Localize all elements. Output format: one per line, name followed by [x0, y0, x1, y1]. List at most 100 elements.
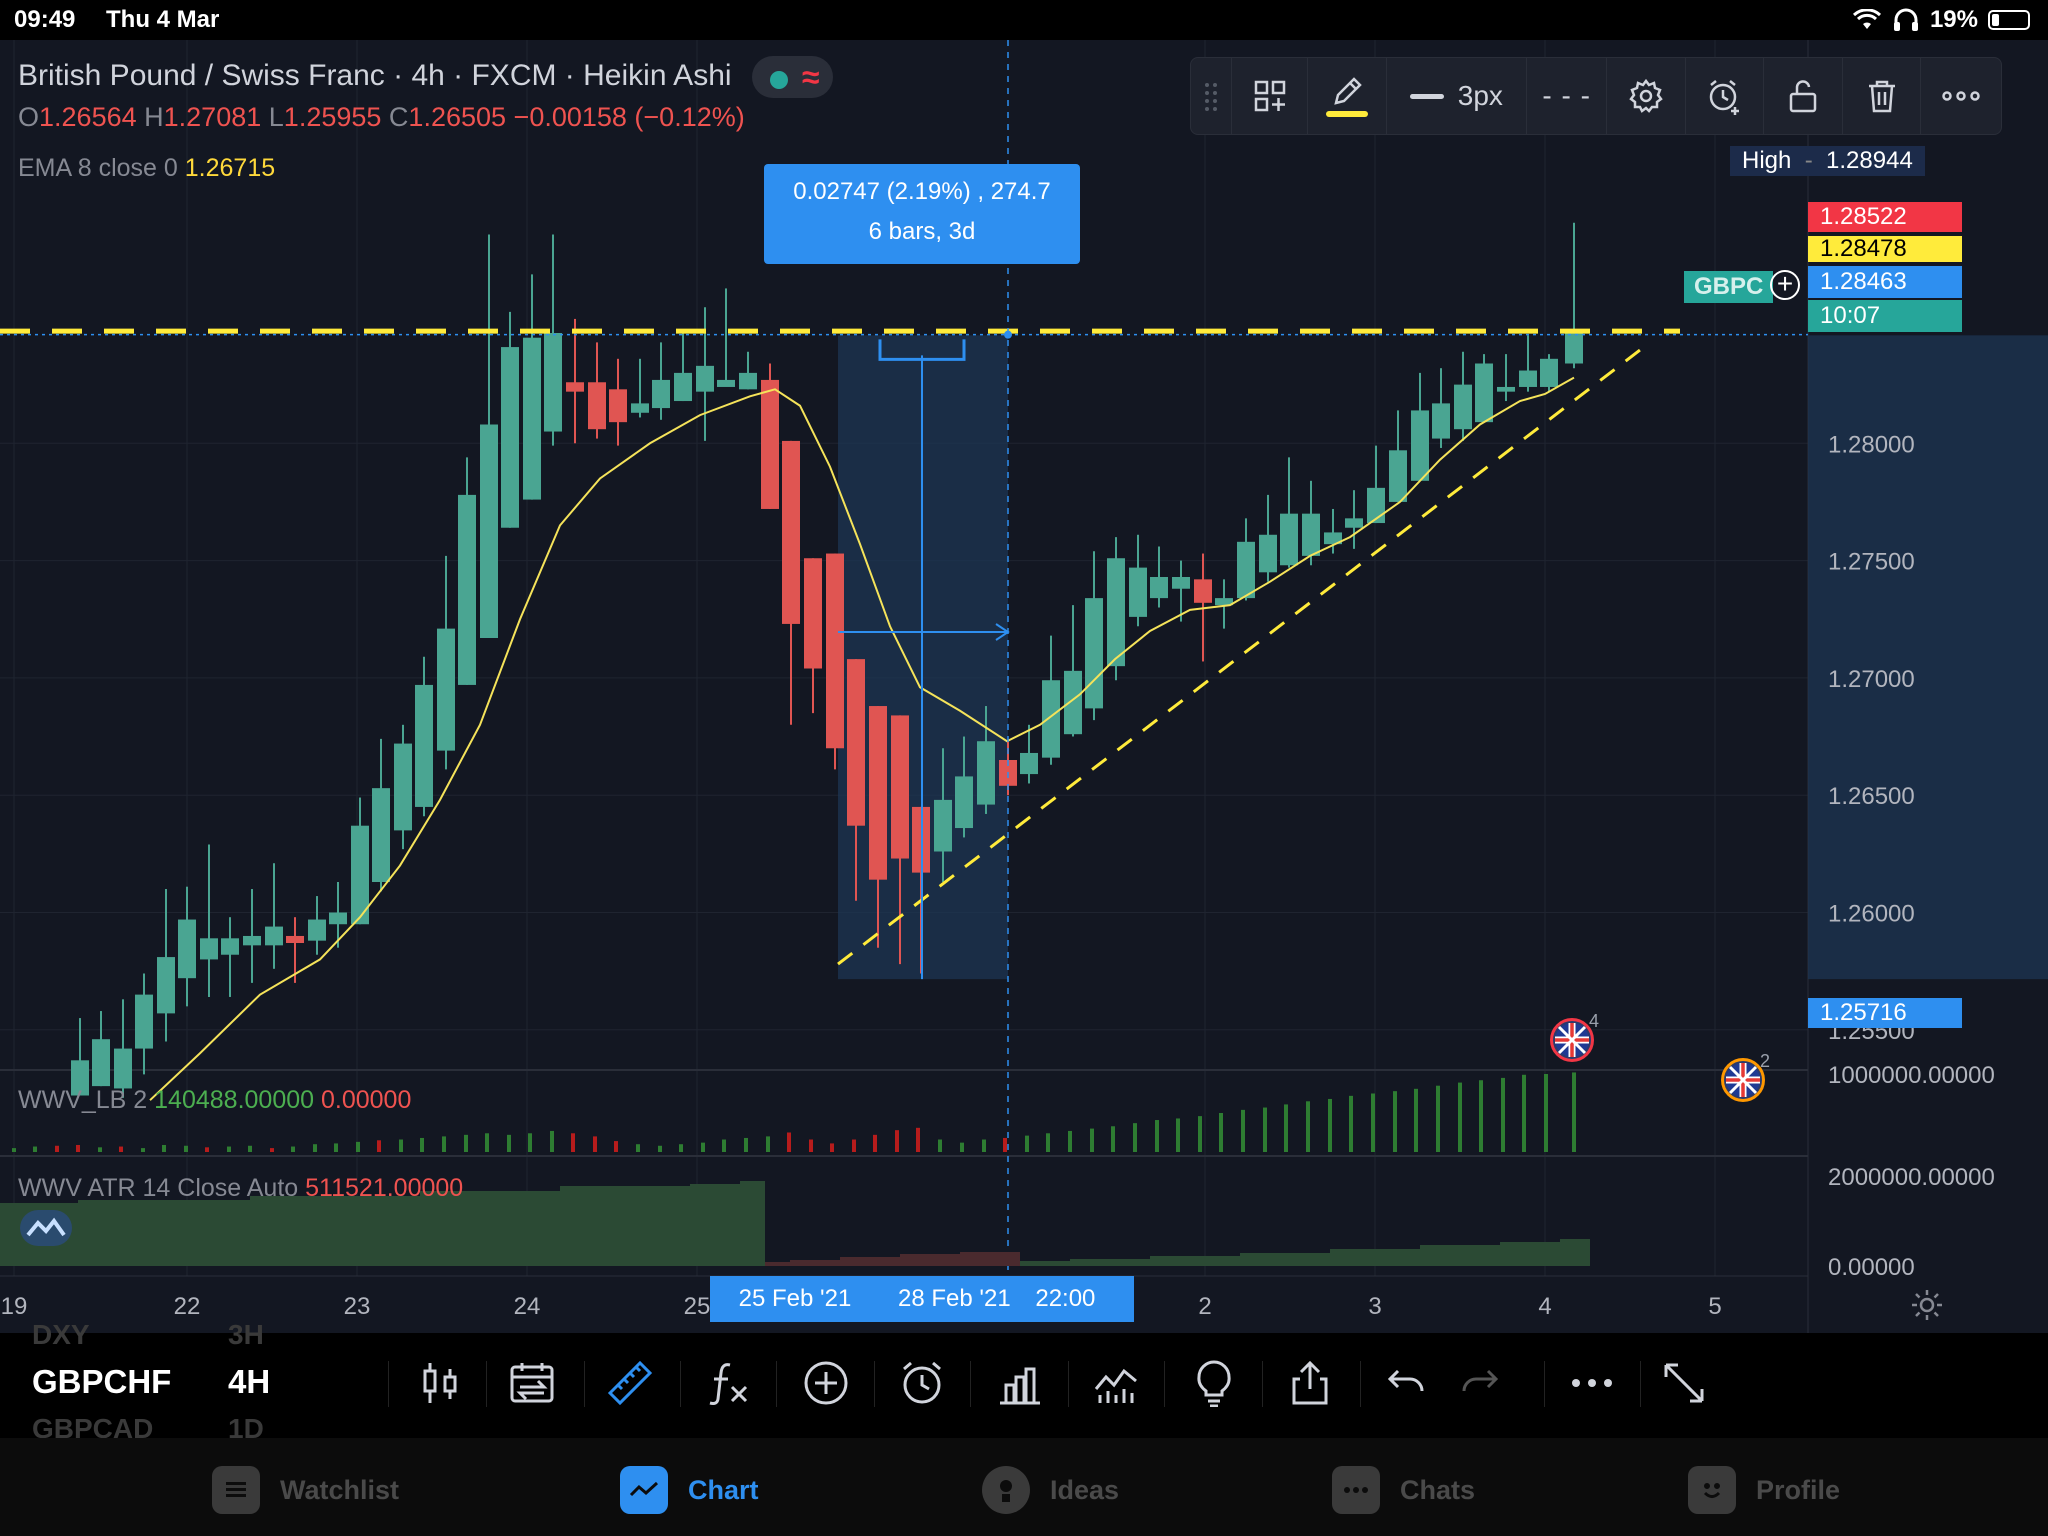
candle-body [739, 372, 757, 390]
ghost-interval-above: 3H [228, 1319, 264, 1350]
wwv-atr-legend[interactable]: WWV ATR 14 Close Auto 511521.00000 [18, 1174, 463, 1203]
upper-price-label: 1.28522 [1808, 202, 1962, 232]
face-icon [1688, 1466, 1736, 1514]
ema-legend[interactable]: EMA 8 close 0 1.26715 [18, 154, 275, 183]
ios-status-bar: 09:49 Thu 4 Mar 19% [0, 0, 2048, 40]
trash-icon [1868, 80, 1895, 113]
settings-button[interactable] [1607, 58, 1686, 134]
candle-body [674, 372, 692, 402]
wwv-volume-bar [313, 1144, 317, 1152]
wwv-volume-bar [1263, 1107, 1267, 1152]
candle-body [372, 788, 390, 882]
ema-value: 1.26715 [184, 154, 276, 182]
candle-body [1389, 450, 1407, 502]
candle-body [1454, 384, 1472, 430]
atr-bar [1070, 1259, 1150, 1266]
toolbar-drag-handle[interactable] [1191, 58, 1232, 134]
atr-bar [1150, 1256, 1240, 1266]
more-icon [1942, 91, 1980, 101]
wwv-volume-bar [1544, 1074, 1548, 1152]
wwv-volume-bar [98, 1147, 102, 1152]
wwv-volume-bar [830, 1143, 834, 1152]
wwv-volume-bar [1090, 1128, 1094, 1152]
candle-body [588, 382, 606, 430]
candle-body [1042, 680, 1060, 758]
axis-settings-button[interactable] [1910, 1288, 1944, 1322]
line-color-button[interactable] [1308, 58, 1387, 134]
wwv-volume-bar [1371, 1093, 1375, 1152]
wwv-volume-bar [227, 1146, 231, 1152]
line-style-button[interactable]: - - - [1527, 58, 1608, 134]
crosshair-dot [1004, 330, 1012, 339]
gear-icon [1629, 78, 1663, 113]
delete-button[interactable] [1843, 58, 1922, 134]
atr-bar [765, 1262, 790, 1266]
wwv-volume-bar [1284, 1104, 1288, 1152]
candle-body [480, 424, 498, 638]
wwv-volume-bar [722, 1139, 726, 1152]
open-label: O [18, 102, 40, 132]
tab-watchlist-label: Watchlist [280, 1474, 400, 1505]
wwv-volume-bar [119, 1146, 123, 1152]
candle-body [1107, 558, 1125, 667]
tab-watchlist[interactable]: Watchlist [212, 1466, 399, 1514]
chart-legend-title[interactable]: British Pound / Swiss Franc · 4h · FXCM … [18, 56, 834, 98]
candle-body [609, 389, 627, 423]
measure-start-time-label: 25 Feb '21 [710, 1276, 880, 1322]
templates-button[interactable] [1232, 58, 1309, 134]
toolbar-separator [874, 1361, 875, 1407]
toolbar-separator [388, 1361, 389, 1407]
time-tick-label: 4 [1538, 1293, 1551, 1320]
candle-body [847, 659, 865, 826]
tab-ideas[interactable]: Ideas [982, 1466, 1119, 1514]
candle-body [221, 938, 239, 955]
wwv-volume-bar [593, 1136, 597, 1152]
candle-body [286, 935, 304, 943]
headphones-icon [1893, 8, 1918, 31]
wwv-volume-bar [852, 1139, 856, 1152]
uk-event-badge-2[interactable]: 2 [1721, 1051, 1770, 1102]
high-label: H [144, 102, 164, 132]
candle-body [329, 912, 347, 925]
ema-label[interactable]: EMA 8 close 0 [18, 154, 178, 182]
chart-area[interactable]: 1.28000 1.27500 1.27000 1.26500 1.26000 1.255… [0, 40, 2048, 1333]
candle-body [135, 994, 153, 1049]
high-label-text: High [1742, 147, 1792, 174]
toolbar-separators [0, 1361, 2048, 1407]
time-tick-label: 19 [1, 1293, 28, 1320]
wwv-lb-label[interactable]: WWV_LB 2 [18, 1086, 147, 1114]
line-width-button[interactable]: 3px [1387, 58, 1527, 134]
chat-icon [1332, 1466, 1380, 1514]
candle-body [1519, 370, 1537, 387]
tab-chart[interactable]: Chart [620, 1466, 759, 1514]
wwv-volume-bar [291, 1146, 295, 1152]
symbol-description[interactable]: British Pound / Swiss Franc · 4h · FXCM … [18, 59, 732, 92]
wwv-volume-bar [787, 1132, 791, 1152]
measure-end-time-label: 28 Feb '21 22:00 [880, 1276, 1134, 1322]
market-status-pill[interactable]: ≈ [751, 56, 834, 98]
atr-bar [740, 1181, 765, 1266]
uk-event-badge-1[interactable]: 4 [1550, 1011, 1599, 1062]
lock-button[interactable] [1764, 58, 1843, 134]
candle-body [200, 938, 218, 960]
candle-body [1565, 330, 1583, 364]
wwv-atr-label[interactable]: WWV ATR 14 Close Auto [18, 1174, 298, 1202]
wwv-volume-bar [809, 1139, 813, 1152]
atr-bar [1420, 1245, 1500, 1266]
add-alert-button[interactable] [1686, 58, 1765, 134]
wwv-volume-bar [248, 1145, 252, 1152]
toolbar-separator [1544, 1361, 1545, 1407]
tab-chats[interactable]: Chats [1332, 1466, 1475, 1514]
more-button[interactable] [1921, 58, 2001, 134]
wwv-volume-bar [1111, 1126, 1115, 1152]
tab-profile[interactable]: Profile [1688, 1466, 1840, 1514]
price-tick-label: 1.28000 [1828, 431, 1915, 458]
candle-body [826, 553, 844, 749]
candle-body [394, 743, 412, 831]
toolbar-separator [1068, 1361, 1069, 1407]
list-icon [212, 1466, 260, 1514]
wwv-lb-legend[interactable]: WWV_LB 2 140488.00000 0.00000 [18, 1086, 411, 1115]
wwv-volume-bar [12, 1148, 16, 1152]
add-plus-icon[interactable]: + [1770, 270, 1800, 300]
atr-bar [560, 1186, 690, 1266]
